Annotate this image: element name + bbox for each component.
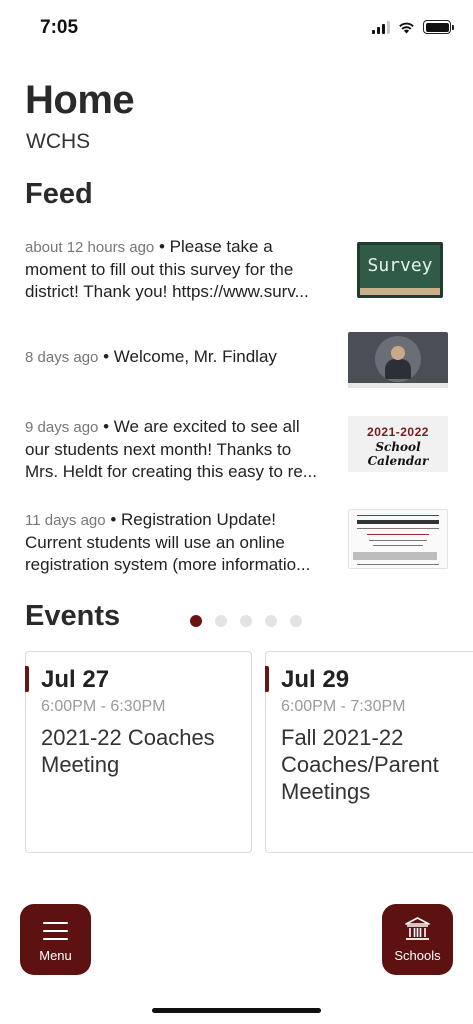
home-indicator[interactable]	[152, 1008, 321, 1013]
status-bar: 7:05	[0, 0, 473, 56]
feed-item-thumbnail: 2021-2022 School Calendar	[348, 416, 448, 472]
feed-item-line: Current students will use an online	[25, 533, 285, 552]
feed-item-text: 11 days ago • Registration Update! Curre…	[25, 509, 337, 576]
feed-item-text: 9 days ago • We are excited to see all o…	[25, 416, 337, 483]
feed-item[interactable]: about 12 hours ago • Please take a momen…	[25, 236, 450, 303]
feed-item[interactable]: 11 days ago • Registration Update! Curre…	[25, 509, 450, 576]
battery-icon	[423, 20, 454, 34]
events-section-title: Events	[25, 600, 121, 632]
feed-item-text: about 12 hours ago • Please take a momen…	[25, 236, 337, 303]
event-date: Jul 29	[281, 666, 350, 693]
feed-item-line: Mrs. Heldt for creating this easy to re.…	[25, 462, 317, 481]
status-time: 7:05	[40, 17, 79, 38]
carousel-dot[interactable]	[240, 615, 252, 627]
feed-item-line: district! Thank you! https://www.surv...	[25, 282, 309, 301]
thumbnail-caption: Survey	[367, 255, 433, 276]
feed-item-timestamp: 9 days ago	[25, 419, 99, 436]
feed-item-line: moment to fill out this survey for the	[25, 260, 294, 279]
feed-item[interactable]: 9 days ago • We are excited to see all o…	[25, 416, 450, 483]
page-title: Home	[25, 78, 135, 122]
event-card[interactable]: Jul 29 6:00PM - 7:30PM Fall 2021-22 Coac…	[265, 651, 473, 853]
event-name: 2021-22 Coaches Meeting	[41, 725, 215, 777]
event-date: Jul 27	[41, 666, 110, 693]
event-accent-bar	[25, 666, 29, 692]
feed-section-title: Feed	[25, 178, 93, 210]
thumbnail-caption: School Calendar	[367, 440, 429, 468]
cellular-signal-icon	[372, 20, 390, 34]
event-card[interactable]: Jul 27 6:00PM - 6:30PM 2021-22 Coaches M…	[25, 651, 252, 853]
carousel-dot[interactable]	[265, 615, 277, 627]
feed-item[interactable]: 8 days ago • Welcome, Mr. Findlay	[25, 332, 450, 388]
carousel-dot[interactable]	[290, 615, 302, 627]
feed-item-line: 8 days ago • Welcome, Mr. Findlay	[25, 347, 277, 366]
menu-button-label: Menu	[39, 948, 72, 963]
school-building-icon	[405, 917, 430, 940]
thumbnail-year: 2021-2022	[367, 425, 429, 439]
status-icons	[372, 20, 454, 34]
feed-item-timestamp: about 12 hours ago	[25, 239, 155, 256]
carousel-pagination	[190, 615, 302, 627]
feed-item-line: our students next month! Thanks to	[25, 440, 292, 459]
feed-item-line: 9 days ago • We are excited to see all	[25, 417, 300, 436]
feed-item-thumbnail	[348, 509, 448, 569]
carousel-dot[interactable]	[190, 615, 202, 627]
feed-item-text: 8 days ago • Welcome, Mr. Findlay	[25, 332, 337, 388]
carousel-dot[interactable]	[215, 615, 227, 627]
feed-item-line: about 12 hours ago • Please take a	[25, 237, 273, 256]
menu-button[interactable]: Menu	[20, 904, 91, 975]
event-name: Fall 2021-22 Coaches/Parent Meetings	[281, 725, 439, 804]
feed-item-line: 11 days ago • Registration Update!	[25, 510, 276, 529]
hamburger-icon	[43, 922, 68, 940]
feed-item-timestamp: 8 days ago	[25, 349, 99, 366]
feed-item-line: registration system (more informatio...	[25, 555, 311, 574]
feed-item-thumbnail	[348, 332, 448, 388]
schools-button[interactable]: Schools	[382, 904, 453, 975]
feed-item-thumbnail: Survey	[357, 242, 443, 298]
event-accent-bar	[265, 666, 269, 692]
page-subtitle: WCHS	[26, 130, 91, 153]
wifi-icon	[399, 22, 414, 33]
schools-button-label: Schools	[394, 948, 441, 963]
event-time: 6:00PM - 6:30PM	[41, 698, 166, 715]
event-time: 6:00PM - 7:30PM	[281, 698, 406, 715]
feed-item-timestamp: 11 days ago	[25, 512, 106, 529]
